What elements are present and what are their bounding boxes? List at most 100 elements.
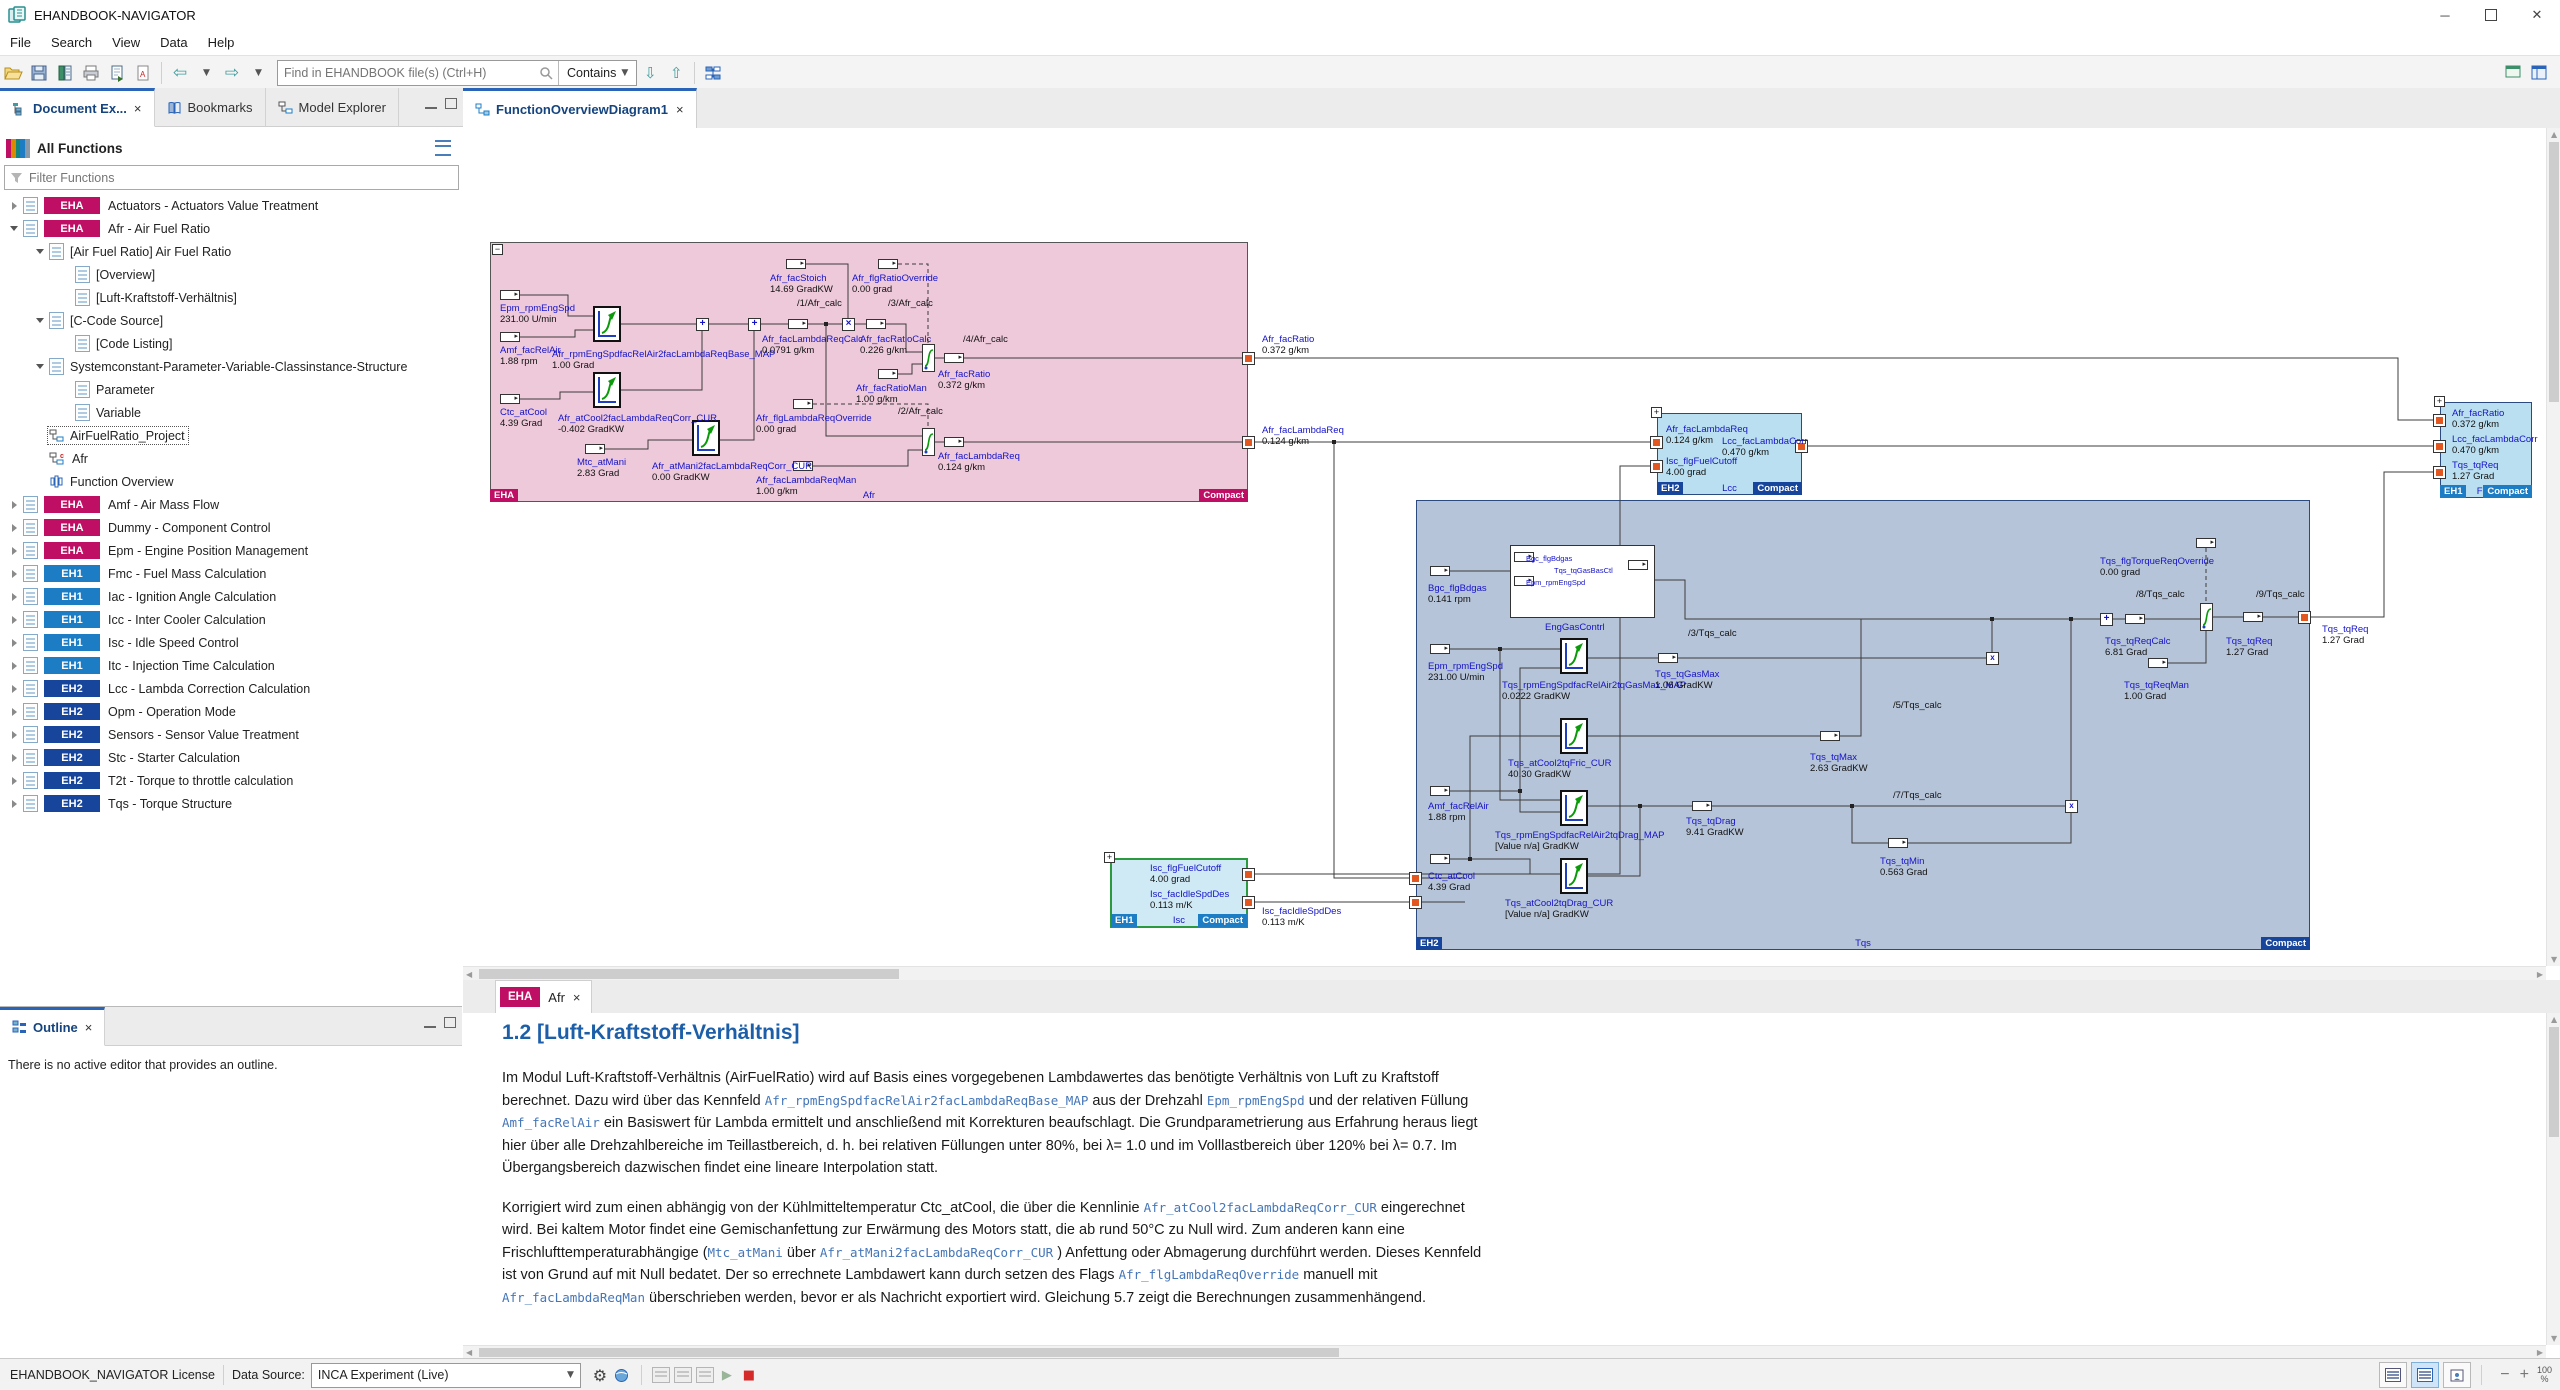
tree-item[interactable]: AirFuelRatio_Project: [0, 424, 463, 447]
tab-afr-document[interactable]: EHA Afr ×: [495, 980, 592, 1013]
expand-block-button[interactable]: +: [1104, 852, 1115, 863]
signal-port[interactable]: ▸: [786, 259, 806, 269]
tree-expander-icon[interactable]: [6, 524, 22, 532]
signal-reference-link[interactable]: Mtc_atMani: [708, 1245, 783, 1260]
tree-expander-icon[interactable]: [32, 249, 48, 254]
tree-expander-icon[interactable]: [6, 685, 22, 693]
back-history-dropdown[interactable]: ▼: [193, 60, 219, 86]
multiply-block[interactable]: ×: [842, 318, 855, 331]
close-icon[interactable]: ×: [134, 101, 142, 116]
minimize-button[interactable]: ─: [2422, 0, 2468, 30]
maximize-panel-icon[interactable]: [445, 98, 457, 109]
signal-reference-link[interactable]: Afr_facLambdaReqMan: [502, 1290, 645, 1305]
data-source-globe-icon[interactable]: [611, 1364, 633, 1386]
tree-item[interactable]: [Code Listing]: [0, 332, 463, 355]
find-input[interactable]: [278, 63, 538, 83]
signal-port[interactable]: ▸: [878, 369, 898, 379]
tab-model-explorer[interactable]: Model Explorer: [266, 88, 399, 126]
link-with-editor-button[interactable]: [700, 60, 726, 86]
tab-document-explorer[interactable]: Document Ex...×: [0, 88, 155, 127]
signal-port[interactable]: ▸: [1888, 838, 1908, 848]
map-curve-block[interactable]: [1560, 638, 1588, 674]
stop-visualization-button[interactable]: ■: [738, 1364, 760, 1386]
close-icon[interactable]: ×: [676, 102, 684, 117]
close-icon[interactable]: ×: [573, 990, 581, 1005]
tree-item[interactable]: Variable: [0, 401, 463, 424]
measurement-data-icon[interactable]: [672, 1364, 694, 1386]
start-visualization-button[interactable]: ▶: [716, 1364, 738, 1386]
map-curve-block[interactable]: [1560, 858, 1588, 894]
expand-block-button[interactable]: +: [2434, 396, 2445, 407]
signal-reference-link[interactable]: Afr_atCool2facLambdaReqCorr_CUR: [1144, 1200, 1377, 1215]
match-mode-dropdown[interactable]: Contains▼: [558, 61, 636, 85]
signal-port[interactable]: ▸: [866, 319, 886, 329]
connector-port[interactable]: [2433, 414, 2446, 427]
view-menu-icon[interactable]: [435, 140, 451, 156]
minimize-panel-icon[interactable]: [424, 1024, 436, 1028]
find-next-button[interactable]: ⇩: [637, 60, 663, 86]
tree-item[interactable]: Function Overview: [0, 470, 463, 493]
tree-item[interactable]: EH1Isc - Idle Speed Control: [0, 631, 463, 654]
signal-reference-link[interactable]: Amf_facRelAir: [502, 1115, 600, 1130]
find-previous-button[interactable]: ⇧: [663, 60, 689, 86]
tree-expander-icon[interactable]: [32, 364, 48, 369]
switch-block[interactable]: [2200, 603, 2213, 631]
signal-port[interactable]: ▸: [1430, 644, 1450, 654]
signal-port[interactable]: ▸: [793, 399, 813, 409]
connector-port[interactable]: [2433, 440, 2446, 453]
tree-item[interactable]: EH2Tqs - Torque Structure: [0, 792, 463, 815]
view-presenter-button[interactable]: [2443, 1362, 2471, 1388]
tree-item[interactable]: EHAAmf - Air Mass Flow: [0, 493, 463, 516]
tree-item[interactable]: EH2Lcc - Lambda Correction Calculation: [0, 677, 463, 700]
signal-port[interactable]: ▸: [944, 437, 964, 447]
expand-block-button[interactable]: +: [1651, 407, 1662, 418]
connector-port[interactable]: [1650, 460, 1663, 473]
settings-gear-icon[interactable]: ⚙: [589, 1364, 611, 1386]
tree-item[interactable]: Systemconstant-Parameter-Variable-Classi…: [0, 355, 463, 378]
tree-expander-icon[interactable]: [6, 731, 22, 739]
tree-expander-icon[interactable]: [6, 639, 22, 647]
sum-block[interactable]: +: [696, 318, 709, 331]
map-curve-block[interactable]: [593, 306, 621, 342]
tree-item[interactable]: [Air Fuel Ratio] Air Fuel Ratio: [0, 240, 463, 263]
signal-port[interactable]: ▸: [1628, 560, 1648, 570]
tree-expander-icon[interactable]: [6, 777, 22, 785]
minmax-block[interactable]: x: [2065, 800, 2078, 813]
signal-port[interactable]: ▸: [944, 353, 964, 363]
maximize-panel-icon[interactable]: [444, 1017, 456, 1028]
switch-block[interactable]: [922, 428, 935, 456]
pdf-export-button[interactable]: A: [130, 60, 156, 86]
diagram-canvas[interactable]: AfrEHACompactTqsEH2CompactLccEH2CompactF…: [463, 128, 2546, 966]
signal-port[interactable]: ▸: [1430, 786, 1450, 796]
tab-outline[interactable]: Outline×: [0, 1007, 105, 1046]
menu-data[interactable]: Data: [150, 32, 197, 53]
connector-port[interactable]: [1650, 436, 1663, 449]
tree-item[interactable]: [Overview]: [0, 263, 463, 286]
export-document-button[interactable]: [104, 60, 130, 86]
tree-item[interactable]: EHAEpm - Engine Position Management: [0, 539, 463, 562]
connector-port[interactable]: [1242, 436, 1255, 449]
connector-port[interactable]: [1409, 896, 1422, 909]
connector-port[interactable]: [1409, 872, 1422, 885]
tree-expander-icon[interactable]: [6, 616, 22, 624]
data-source-dropdown[interactable]: INCA Experiment (Live)▼: [311, 1363, 581, 1388]
zoom-in-button[interactable]: +: [2520, 1366, 2529, 1384]
connector-port[interactable]: [2298, 611, 2311, 624]
signal-reference-link[interactable]: Afr_atMani2facLambdaReqCorr_CUR: [820, 1245, 1053, 1260]
library-button[interactable]: [52, 60, 78, 86]
tree-item[interactable]: EH1Fmc - Fuel Mass Calculation: [0, 562, 463, 585]
signal-port[interactable]: ▸: [500, 394, 520, 404]
tree-item[interactable]: [Luft-Kraftstoff-Verhältnis]: [0, 286, 463, 309]
tree-expander-icon[interactable]: [6, 547, 22, 555]
collapse-block-button[interactable]: −: [492, 244, 503, 255]
signal-reference-link[interactable]: Afr_flgLambdaReqOverride: [1119, 1267, 1300, 1282]
tree-expander-icon[interactable]: [6, 570, 22, 578]
tree-item[interactable]: EH1Itc - Injection Time Calculation: [0, 654, 463, 677]
restore-windows-icon[interactable]: [2500, 60, 2526, 86]
tree-expander-icon[interactable]: [6, 593, 22, 601]
menu-help[interactable]: Help: [198, 32, 245, 53]
signal-port[interactable]: ▸: [2243, 612, 2263, 622]
filter-functions-input[interactable]: Filter Functions: [4, 165, 459, 190]
tree-item[interactable]: cAfr: [0, 447, 463, 470]
signal-port[interactable]: ▸: [788, 319, 808, 329]
